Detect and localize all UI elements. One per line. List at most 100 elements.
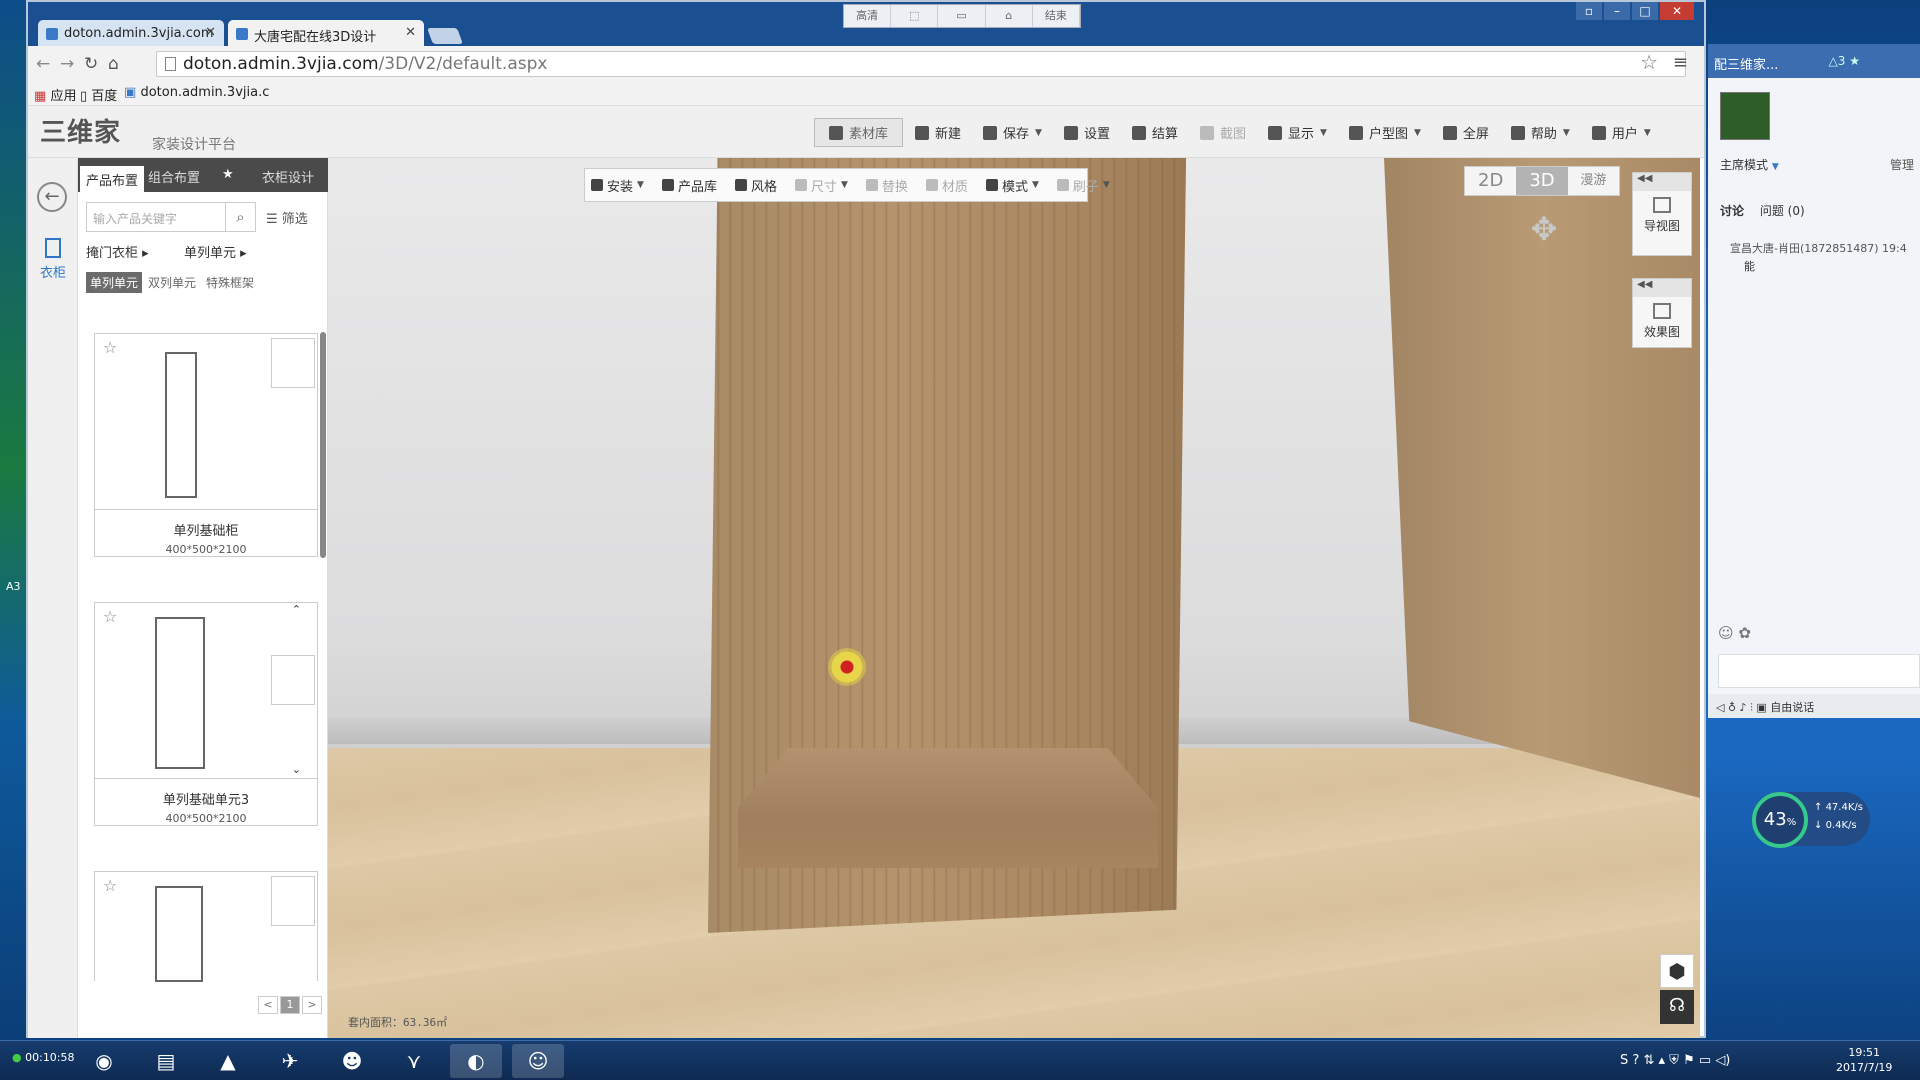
record-window-button[interactable]: ▭	[938, 5, 986, 27]
tool-install[interactable]: 安装 ▼	[591, 176, 644, 195]
speaker-icon[interactable]: ◁	[1716, 701, 1724, 714]
search-input[interactable]: 输入产品关键字	[86, 202, 226, 232]
chevron-up-icon[interactable]: ⌃	[292, 603, 301, 616]
subtab-single-unit[interactable]: 单列单元	[86, 272, 143, 293]
chat-app-icon[interactable]: ☻	[326, 1044, 378, 1078]
maximize-icon[interactable]: □	[1632, 2, 1658, 20]
free-talk-button[interactable]: ▣ 自由说话	[1756, 701, 1814, 714]
tool-brush[interactable]: 刷子 ▼	[1056, 176, 1110, 195]
equalizer-icon[interactable]: ⫶	[1750, 701, 1753, 714]
tool-style[interactable]: 风格	[734, 176, 777, 195]
menu-checkout[interactable]: 结算	[1131, 123, 1178, 142]
tool-product-library[interactable]: 产品库	[661, 176, 717, 195]
feather-icon[interactable]: ⋎	[388, 1044, 440, 1078]
app-3d-icon[interactable]: ▤	[140, 1044, 192, 1078]
network-icon[interactable]: ⇅	[1643, 1053, 1654, 1068]
help-icon[interactable]: ?	[1632, 1053, 1639, 1068]
record-stop-button[interactable]: 结束	[1033, 5, 1081, 27]
subtab-double-unit[interactable]: 双列单元	[144, 272, 200, 293]
menu-help[interactable]: 帮助 ▼	[1510, 123, 1570, 142]
obs-icon[interactable]: ◐	[450, 1044, 502, 1078]
chevron-down-icon[interactable]: ⌄	[292, 763, 301, 776]
s-app-icon[interactable]: S	[1620, 1053, 1628, 1068]
view-2d-button[interactable]: 2D	[1465, 167, 1516, 195]
panel-scrollbar[interactable]	[320, 332, 326, 558]
back-circle-button[interactable]: ←	[37, 182, 67, 212]
reload-icon[interactable]: ↻	[84, 54, 98, 74]
mic-icon[interactable]: ♁	[1728, 701, 1736, 714]
back-arrow-icon[interactable]: ←	[36, 54, 50, 74]
headset-icon[interactable]: ☊	[1660, 990, 1694, 1024]
product-card[interactable]: ☆	[94, 871, 318, 982]
breadcrumb-single-unit[interactable]: 单列单元 ▸	[184, 242, 247, 261]
pdf-icon[interactable]: ▲	[202, 1044, 254, 1078]
manage-link[interactable]: 管理	[1890, 156, 1914, 173]
menu-settings[interactable]: 设置	[1063, 123, 1110, 142]
browser-menu-icon[interactable]: ≡	[1673, 52, 1688, 73]
tool-mode[interactable]: 模式 ▼	[985, 176, 1039, 195]
collapse-arrow-icon[interactable]: ◀◀	[1633, 173, 1691, 191]
tab-questions[interactable]: 问题 (0)	[1760, 204, 1805, 218]
flower-icon[interactable]: ✿	[1738, 624, 1751, 642]
tray-expand-icon[interactable]: ▴	[1659, 1053, 1666, 1068]
bookmark-star-icon[interactable]: ☆	[1640, 50, 1658, 74]
menu-save[interactable]: 保存 ▼	[983, 123, 1042, 142]
navigation-compass-icon[interactable]: ✥	[1504, 210, 1584, 270]
tab-3d-design[interactable]: 大唐宅配在线3D设计 ✕	[228, 20, 424, 46]
music-icon[interactable]: ♪	[1740, 701, 1747, 714]
system-clock[interactable]: 19:51 2017/7/19	[1836, 1045, 1892, 1075]
tab-discussion[interactable]: 讨论	[1720, 204, 1744, 218]
shield-icon[interactable]: ⛨	[1669, 1053, 1679, 1068]
meeting-app-icon[interactable]: ☺	[512, 1044, 564, 1078]
tab-close-icon[interactable]: ✕	[405, 25, 416, 40]
chrome-icon[interactable]: ◉	[78, 1044, 130, 1078]
subtab-special-frame[interactable]: 特殊框架	[202, 272, 258, 293]
url-input[interactable]: doton.admin.3vjia.com/3D/V2/default.aspx	[156, 51, 1686, 77]
prev-page-button[interactable]: <	[258, 996, 278, 1014]
tab-product-layout[interactable]: 产品布置	[80, 166, 145, 193]
record-hd-button[interactable]: 高清	[844, 5, 892, 27]
search-icon[interactable]: ⌕	[226, 202, 256, 232]
new-tab-button[interactable]	[427, 28, 463, 44]
network-widget[interactable]: 43% ↑ 47.4K/s ↓ 0.4K/s	[1752, 792, 1870, 848]
tool-replace[interactable]: 替换	[865, 176, 908, 195]
monitor-icon[interactable]: ▭	[1699, 1053, 1711, 1068]
menu-new[interactable]: 新建	[915, 123, 961, 142]
volume-icon[interactable]: ◁)	[1715, 1053, 1730, 1068]
restore-icon[interactable]: ▫	[1576, 2, 1602, 20]
record-home-button[interactable]: ⌂	[986, 5, 1033, 27]
menu-floorplan[interactable]: 户型图 ▼	[1348, 123, 1421, 142]
menu-material-library[interactable]: 素材库	[814, 118, 904, 147]
menu-user[interactable]: 用户 ▼	[1591, 123, 1651, 142]
menu-display[interactable]: 显示 ▼	[1268, 123, 1327, 142]
view-walk-button[interactable]: 漫游	[1568, 167, 1619, 195]
bookmark-apps[interactable]: ▦ 应用	[34, 85, 76, 104]
guide-view-box[interactable]: ◀◀ 导视图	[1632, 172, 1692, 256]
view-3d-button[interactable]: 3D	[1516, 167, 1568, 195]
favorites-star-icon[interactable]: ★	[222, 167, 234, 182]
star-outline-icon[interactable]: ☆	[103, 338, 117, 357]
breadcrumb-swing-wardrobe[interactable]: 掩门衣柜 ▸	[86, 242, 149, 261]
tool-material[interactable]: 材质	[925, 176, 968, 195]
render-view-box[interactable]: ◀◀ 效果图	[1632, 278, 1692, 348]
menu-fullscreen[interactable]: 全屏	[1442, 123, 1489, 142]
minimize-icon[interactable]: –	[1604, 2, 1630, 20]
nav-wardrobe[interactable]: 衣柜	[33, 238, 73, 281]
product-card[interactable]: ☆ ⌃ ⌄ 单列基础单元3 400*500*2100	[94, 602, 318, 826]
product-card[interactable]: ☆ 单列基础柜 400*500*2100	[94, 333, 318, 557]
cube-icon[interactable]: ⬢	[1660, 954, 1694, 988]
page-1-button[interactable]: 1	[280, 996, 300, 1014]
close-window-icon[interactable]: ✕	[1660, 2, 1694, 20]
bird-app-icon[interactable]: ✈	[264, 1044, 316, 1078]
bookmark-baidu[interactable]: ▯ 百度	[80, 85, 117, 104]
filter-button[interactable]: ☰ 筛选	[266, 208, 308, 227]
star-outline-icon[interactable]: ☆	[103, 607, 117, 626]
emoji-icon[interactable]: ☺	[1718, 624, 1734, 642]
record-region-button[interactable]: ⬚	[891, 5, 939, 27]
tool-size[interactable]: 尺寸 ▼	[794, 176, 848, 195]
host-mode-dropdown[interactable]: 主席模式 ▼	[1720, 156, 1779, 173]
next-page-button[interactable]: >	[302, 996, 322, 1014]
tab-close-icon[interactable]: ✕	[205, 25, 216, 40]
tab-admin[interactable]: doton.admin.3vjia.com ✕	[38, 20, 224, 46]
tab-combo-layout[interactable]: 组合布置	[148, 167, 200, 186]
